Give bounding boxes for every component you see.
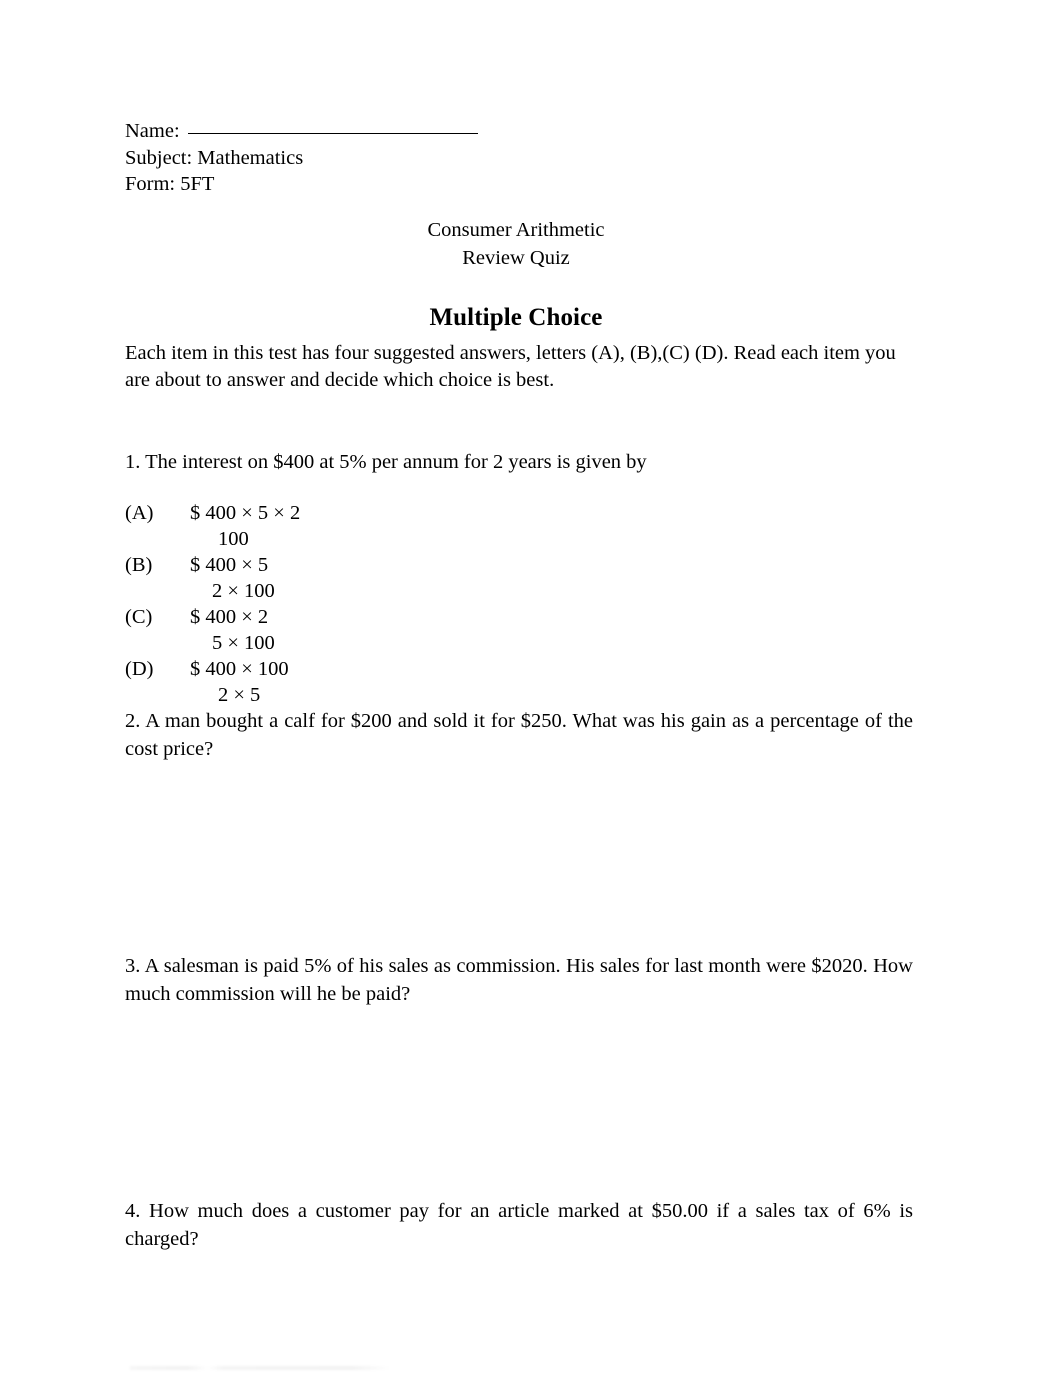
option-d-numerator: $ 400 × 100 <box>190 658 289 680</box>
option-a-letter: (A) <box>125 502 154 524</box>
option-c-numerator: $ 400 × 2 <box>190 606 269 628</box>
quiz-title-line-2: Review Quiz <box>462 246 570 269</box>
option-d-letter: (D) <box>125 658 154 680</box>
option-d-denominator: 2 × 5 <box>218 684 261 706</box>
name-field-row: Name: <box>125 118 913 145</box>
option-d-row: (D) $ 400 × 100 <box>125 656 913 682</box>
option-b-numerator: $ 400 × 5 <box>190 554 269 576</box>
option-a-row: (A) $ 400 × 5 × 2 <box>125 500 913 526</box>
form-line: Form: 5FT <box>125 173 215 195</box>
section-heading: Multiple Choice <box>429 303 603 331</box>
instructions-paragraph: Each item in this test has four suggeste… <box>125 341 896 392</box>
document-content: Name: Subject: Mathematics Form: 5FT Con… <box>125 118 913 1377</box>
subject-line: Subject: Mathematics <box>125 146 304 169</box>
option-b[interactable]: (B) $ 400 × 5 2 × 100 <box>125 552 913 604</box>
question-2-answer-space[interactable] <box>125 763 913 953</box>
option-c[interactable]: (C) $ 400 × 2 5 × 100 <box>125 604 913 656</box>
option-a[interactable]: (A) $ 400 × 5 × 2 100 <box>125 500 913 552</box>
option-b-denominator: 2 × 100 <box>212 580 275 602</box>
question-1-options: (A) $ 400 × 5 × 2 100 (B) $ 400 × 5 2 × … <box>125 500 913 708</box>
option-d[interactable]: (D) $ 400 × 100 2 × 5 <box>125 656 913 708</box>
option-c-row: (C) $ 400 × 2 <box>125 604 913 630</box>
question-3-text: 3. A salesman is paid 5% of his sales as… <box>125 955 913 1005</box>
question-1-text: 1. The interest on $400 at 5% per annum … <box>125 450 647 473</box>
page-bottom-artifact <box>130 1366 390 1370</box>
option-b-letter: (B) <box>125 554 153 576</box>
option-a-denominator: 100 <box>218 528 249 550</box>
option-c-letter: (C) <box>125 606 153 628</box>
quiz-title: Consumer Arithmetic Review Quiz <box>125 216 913 272</box>
option-c-denominator: 5 × 100 <box>212 632 275 654</box>
name-input-rule[interactable] <box>187 133 478 134</box>
option-a-numerator: $ 400 × 5 × 2 <box>190 502 301 524</box>
question-4-answer-space[interactable] <box>125 1253 913 1377</box>
option-b-row: (B) $ 400 × 5 <box>125 552 913 578</box>
question-3-answer-space[interactable] <box>125 1008 913 1198</box>
quiz-page: Name: Subject: Mathematics Form: 5FT Con… <box>0 0 1062 1377</box>
quiz-title-line-1: Consumer Arithmetic <box>427 218 605 241</box>
name-label: Name: <box>125 120 180 142</box>
question-4-text: 4. How much does a customer pay for an a… <box>125 1200 913 1250</box>
question-2-text: 2. A man bought a calf for $200 and sold… <box>125 710 913 760</box>
